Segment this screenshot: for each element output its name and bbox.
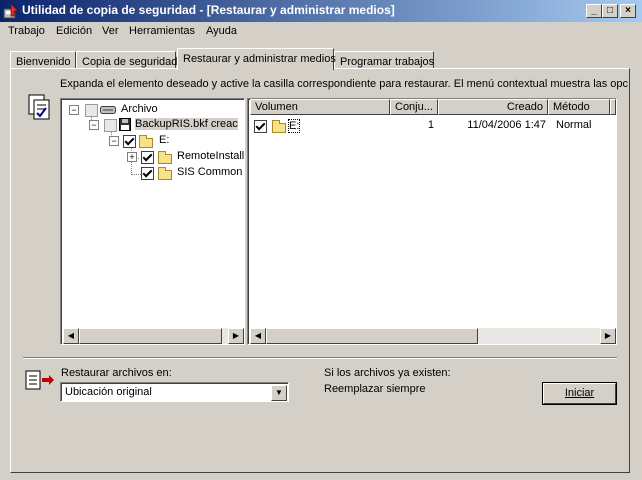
tree-label: Archivo xyxy=(121,103,158,115)
cell-volume: E: xyxy=(288,119,301,133)
tree-item-drive-e[interactable]: − E: xyxy=(109,133,239,149)
restore-location-value: Ubicación original xyxy=(65,386,152,398)
tab-copia-de-seguridad[interactable]: Copia de seguridad xyxy=(76,51,177,69)
cell-method: Normal xyxy=(556,119,592,131)
folder-icon xyxy=(158,167,172,180)
list-horizontal-scrollbar[interactable]: ◀ ▶ xyxy=(250,328,616,344)
checkbox-sis-common[interactable] xyxy=(141,167,154,180)
restore-tab-panel: Expanda el elemento deseado y active la … xyxy=(10,68,630,473)
scroll-left-button[interactable]: ◀ xyxy=(250,328,266,344)
restore-destination-icon xyxy=(25,370,54,390)
minimize-button[interactable]: _ xyxy=(586,4,602,18)
tree-label: BackupRIS.bkf creac xyxy=(135,118,238,130)
folder-icon xyxy=(158,151,172,164)
tab-programar-trabajos[interactable]: Programar trabajos xyxy=(334,51,434,69)
expand-toggle[interactable]: + xyxy=(127,152,137,162)
tree-label: E: xyxy=(159,134,170,146)
restore-wizard-icon xyxy=(28,94,50,120)
tab-restaurar-y-administrar-medios[interactable]: Restaurar y administrar medios xyxy=(177,48,336,70)
backup-app-icon xyxy=(3,3,19,19)
cell-set: 1 xyxy=(427,119,434,131)
maximize-button[interactable]: □ xyxy=(602,4,618,18)
column-metodo[interactable]: Método xyxy=(548,99,610,115)
checkbox-remoteinstall[interactable] xyxy=(141,151,154,164)
if-exists-value: Reemplazar siempre xyxy=(324,383,426,395)
start-restore-button[interactable]: Iniciar xyxy=(542,382,617,405)
backup-tree-panel: − Archivo − BackupRIS.bkf creac − E: + R… xyxy=(60,98,245,345)
menu-bar: Trabajo Edición Ver Herramientas Ayuda xyxy=(0,22,642,41)
title-bar[interactable]: Utilidad de copia de seguridad - [Restau… xyxy=(0,0,642,22)
media-list-panel: Volumen Conju... Creado Método E: 1 11/0… xyxy=(247,98,617,345)
tree-label: RemoteInstall xyxy=(177,150,245,162)
instructions-text: Expanda el elemento deseado y active la … xyxy=(60,78,628,90)
tree-item-remoteinstall[interactable]: + RemoteInstall xyxy=(127,149,245,165)
backup-media-icon xyxy=(119,118,131,131)
scroll-right-button[interactable]: ▶ xyxy=(228,328,244,344)
table-row[interactable]: E: 1 11/04/2006 1:47 Normal xyxy=(250,118,616,134)
close-button[interactable]: × xyxy=(620,4,636,18)
column-creado[interactable]: Creado xyxy=(438,99,548,115)
separator xyxy=(23,357,617,359)
drive-folder-icon xyxy=(272,120,286,133)
checkbox-archivo[interactable] xyxy=(85,104,98,117)
column-filler xyxy=(610,99,616,115)
checkbox-drive-e[interactable] xyxy=(123,135,136,148)
checkbox-volume-e[interactable] xyxy=(254,120,267,133)
restore-to-label: Restaurar archivos en: xyxy=(61,367,172,379)
tree-label: SIS Common xyxy=(177,166,243,178)
scroll-thumb[interactable] xyxy=(266,328,478,344)
tape-drive-icon xyxy=(100,106,116,114)
tree-item-backup-file[interactable]: − BackupRIS.bkf creac xyxy=(89,117,244,133)
start-button-label: Iniciar xyxy=(564,387,595,399)
tree-item-sis-common[interactable]: SIS Common xyxy=(127,165,245,181)
menu-edicion[interactable]: Edición xyxy=(56,25,92,37)
checkbox-backup-file[interactable] xyxy=(104,119,117,132)
menu-ver[interactable]: Ver xyxy=(102,25,119,37)
menu-herramientas[interactable]: Herramientas xyxy=(129,25,195,37)
column-volumen[interactable]: Volumen xyxy=(250,99,390,115)
drive-folder-icon xyxy=(139,135,153,148)
scroll-thumb[interactable] xyxy=(79,328,222,344)
menu-ayuda[interactable]: Ayuda xyxy=(206,25,237,37)
collapse-toggle[interactable]: − xyxy=(69,105,79,115)
column-conjunto[interactable]: Conju... xyxy=(390,99,438,115)
tab-bienvenido[interactable]: Bienvenido xyxy=(10,51,76,69)
cell-created: 11/04/2006 1:47 xyxy=(467,119,546,131)
tree-item-archivo[interactable]: − Archivo xyxy=(69,102,239,118)
tree-horizontal-scrollbar[interactable]: ◀ ▶ xyxy=(63,328,244,344)
restore-location-select[interactable]: Ubicación original ▼ xyxy=(60,382,289,402)
window-title: Utilidad de copia de seguridad - [Restau… xyxy=(22,3,395,17)
chevron-down-icon[interactable]: ▼ xyxy=(271,385,287,401)
menu-trabajo[interactable]: Trabajo xyxy=(8,25,45,37)
collapse-toggle[interactable]: − xyxy=(89,120,99,130)
collapse-toggle[interactable]: − xyxy=(109,136,119,146)
scroll-right-button[interactable]: ▶ xyxy=(600,328,616,344)
if-exists-label: Si los archivos ya existen: xyxy=(324,367,451,379)
scroll-left-button[interactable]: ◀ xyxy=(63,328,79,344)
